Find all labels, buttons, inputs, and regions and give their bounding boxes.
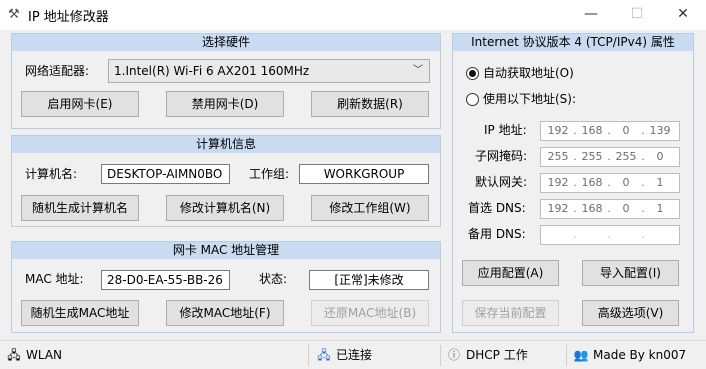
- adapter-select[interactable]: 1.Intel(R) Wi-Fi 6 AX201 160MHz ﹀: [108, 59, 430, 83]
- alternate-dns-field[interactable]: . . .: [540, 225, 680, 245]
- computer-group-header: 计算机信息: [12, 136, 440, 153]
- tools-icon: ⚒: [8, 7, 20, 22]
- mac-field[interactable]: 28-D0-EA-55-BB-26: [101, 270, 230, 290]
- advanced-options-button[interactable]: 高级选项(V): [582, 300, 679, 326]
- preferred-dns-field[interactable]: 192. 168. 0. 1: [540, 199, 680, 219]
- restore-mac-button[interactable]: 还原MAC地址(B): [311, 300, 429, 326]
- computer-name-label: 计算机名:: [25, 167, 78, 181]
- status-divider: [566, 345, 567, 366]
- modify-computer-name-button[interactable]: 修改计算机名(N): [166, 195, 284, 221]
- main-panel: 选择硬件 网络适配器: 1.Intel(R) Wi-Fi 6 AX201 160…: [0, 30, 706, 340]
- gateway-field[interactable]: 192. 168. 0. 1: [540, 173, 680, 193]
- enable-adapter-button[interactable]: 启用网卡(E): [21, 91, 139, 117]
- disable-adapter-button[interactable]: 禁用网卡(D): [166, 91, 284, 117]
- connection-text: 已连接: [336, 348, 373, 362]
- info-icon: ⓘ: [447, 348, 460, 362]
- computer-name-field[interactable]: DESKTOP-AIMN0BO: [101, 164, 230, 184]
- workgroup-label: 工作组:: [249, 167, 290, 181]
- subnet-mask-field[interactable]: 255. 255. 255. 0: [540, 147, 680, 167]
- random-mac-button[interactable]: 随机生成MAC地址: [21, 300, 139, 326]
- manual-address-radio[interactable]: [466, 93, 479, 106]
- network-name: WLAN: [26, 348, 63, 362]
- apply-config-button[interactable]: 应用配置(A): [462, 260, 559, 286]
- connection-status: 🖧 已连接: [316, 341, 372, 369]
- adapter-select-value: 1.Intel(R) Wi-Fi 6 AX201 160MHz: [114, 64, 310, 78]
- status-divider: [440, 345, 441, 366]
- refresh-button[interactable]: 刷新数据(R): [311, 91, 429, 117]
- modify-workgroup-button[interactable]: 修改工作组(W): [311, 195, 429, 221]
- dhcp-text: DHCP 工作: [466, 348, 528, 362]
- author-status: 👥 Made By kn007: [573, 341, 687, 369]
- dns1-label: 首选 DNS:: [468, 201, 526, 215]
- mask-label: 子网掩码:: [475, 149, 528, 163]
- network-icon: 🖧: [7, 348, 21, 362]
- ipv4-group: Internet 协议版本 4 (TCP/IPv4) 属性 自动获取地址(O) …: [452, 33, 694, 333]
- ip-label: IP 地址:: [484, 123, 527, 137]
- hardware-group-header: 选择硬件: [12, 34, 440, 51]
- auto-address-radio[interactable]: [466, 67, 479, 80]
- minimize-button[interactable]: —: [568, 0, 614, 30]
- chevron-down-icon: ﹀: [413, 65, 423, 76]
- maximize-button[interactable]: ☐: [614, 0, 660, 30]
- mac-label: MAC 地址:: [25, 272, 84, 286]
- ip-address-field[interactable]: 192. 168. 0. 139: [540, 121, 680, 141]
- auto-address-label[interactable]: 自动获取地址(O): [483, 63, 574, 83]
- random-computer-name-button[interactable]: 随机生成计算机名: [21, 195, 139, 221]
- close-button[interactable]: ✕: [660, 0, 706, 30]
- mac-group: 网卡 MAC 地址管理 MAC 地址: 28-D0-EA-55-BB-26 状态…: [11, 241, 441, 333]
- status-bar: 🖧 WLAN 🖧 已连接 ⓘ DHCP 工作 👥 Made By kn007: [0, 340, 706, 369]
- computer-group: 计算机信息 计算机名: DESKTOP-AIMN0BO 工作组: WORKGRO…: [11, 135, 441, 227]
- mac-status-field: [正常]未修改: [309, 270, 429, 290]
- modify-mac-button[interactable]: 修改MAC地址(F): [166, 300, 284, 326]
- mac-group-header: 网卡 MAC 地址管理: [12, 242, 440, 259]
- adapter-label: 网络适配器:: [25, 64, 90, 78]
- workgroup-field[interactable]: WORKGROUP: [299, 164, 429, 184]
- import-config-button[interactable]: 导入配置(I): [582, 260, 679, 286]
- dhcp-status: ⓘ DHCP 工作: [446, 341, 528, 369]
- status-divider: [308, 345, 309, 366]
- ipv4-group-header: Internet 协议版本 4 (TCP/IPv4) 属性: [453, 34, 693, 51]
- window-title: IP 地址修改器: [28, 10, 109, 25]
- dns2-label: 备用 DNS:: [468, 227, 526, 241]
- network-status: 🖧 WLAN: [6, 341, 62, 369]
- author-text: Made By kn007: [593, 348, 687, 362]
- users-icon: 👥: [573, 348, 589, 362]
- save-config-button[interactable]: 保存当前配置: [462, 300, 559, 326]
- mac-status-label: 状态:: [259, 272, 288, 286]
- title-bar: ⚒ IP 地址修改器 — ☐ ✕: [0, 0, 706, 30]
- manual-address-label[interactable]: 使用以下地址(S):: [483, 89, 576, 109]
- hardware-group: 选择硬件 网络适配器: 1.Intel(R) Wi-Fi 6 AX201 160…: [11, 33, 441, 129]
- gateway-label: 默认网关:: [475, 175, 528, 189]
- connected-icon: 🖧: [317, 348, 331, 362]
